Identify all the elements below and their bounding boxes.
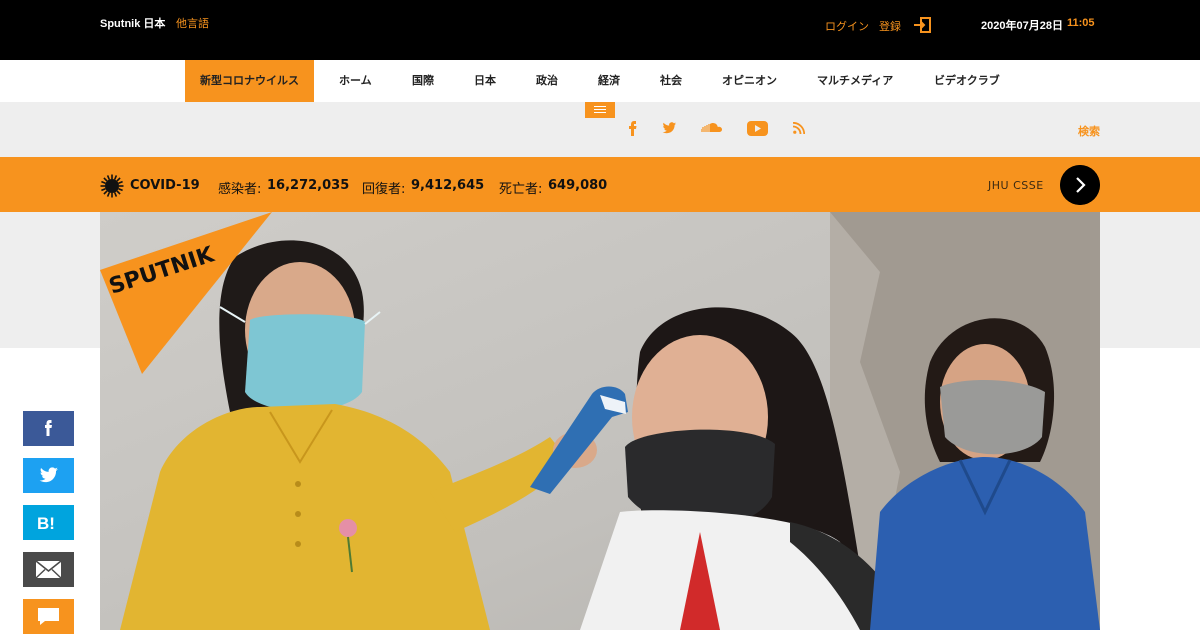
facebook-icon — [45, 420, 52, 436]
infected-value: 16,272,035 — [267, 178, 350, 193]
twitter-icon[interactable] — [662, 122, 676, 134]
comment-button[interactable] — [23, 599, 74, 634]
svg-text:B!: B! — [37, 514, 55, 533]
nav-item-politics[interactable]: 政治 — [536, 60, 558, 102]
nav-item-world[interactable]: 国際 — [412, 60, 434, 102]
other-languages-link[interactable]: 他言語 — [176, 15, 209, 31]
site-brand[interactable]: Sputnik 日本 — [100, 15, 165, 31]
covid-bar: COVID-19 感染者: 16,272,035 回復者: 9,412,645 … — [0, 157, 1200, 212]
speech-bubble-icon — [38, 608, 59, 625]
envelope-icon — [35, 560, 62, 579]
soundcloud-icon[interactable] — [701, 123, 723, 133]
twitter-icon — [39, 467, 58, 483]
nav-item-opinion[interactable]: オピニオン — [722, 60, 777, 102]
deaths-label: 死亡者: — [499, 182, 543, 197]
recovered-label: 回復者: — [362, 182, 406, 197]
covid-details-button[interactable] — [1060, 165, 1100, 205]
deaths-value: 649,080 — [548, 178, 608, 193]
register-link[interactable]: 登録 — [879, 18, 901, 34]
share-twitter-button[interactable] — [23, 458, 74, 493]
share-email-button[interactable] — [23, 552, 74, 587]
covid-title: COVID-19 — [130, 178, 200, 193]
nav-item-society[interactable]: 社会 — [660, 60, 682, 102]
data-source-label: JHU CSSE — [988, 179, 1044, 192]
search-link[interactable]: 検索 — [1078, 123, 1100, 139]
nav-item-coronavirus[interactable]: 新型コロナウイルス — [185, 60, 314, 102]
youtube-icon[interactable] — [747, 121, 768, 136]
share-hatena-button[interactable]: B! — [23, 505, 74, 540]
nav-item-multimedia[interactable]: マルチメディア — [817, 60, 893, 102]
nav-item-economy[interactable]: 経済 — [598, 60, 620, 102]
article-photo: SPUTNIK — [100, 212, 1100, 630]
share-facebook-button[interactable] — [23, 411, 74, 446]
recovered-value: 9,412,645 — [411, 178, 485, 193]
sub-bar: 検索 — [0, 102, 1200, 157]
main-nav: 新型コロナウイルス ホーム 国際 日本 政治 経済 社会 オピニオン マルチメデ… — [0, 60, 1200, 102]
login-link[interactable]: ログイン — [825, 18, 869, 34]
current-time: 11:05 — [1067, 17, 1095, 29]
current-date: 2020年07月28日 — [981, 20, 1063, 32]
rss-icon[interactable] — [793, 122, 805, 134]
nav-item-home[interactable]: ホーム — [339, 60, 372, 102]
infected-label: 感染者: — [218, 182, 262, 197]
login-icon[interactable] — [913, 17, 931, 33]
top-bar: Sputnik 日本 他言語 ログイン 登録 2020年07月28日 11:05 — [0, 0, 1200, 60]
virus-icon — [100, 174, 124, 198]
nav-item-japan[interactable]: 日本 — [474, 60, 496, 102]
facebook-icon[interactable] — [628, 120, 638, 138]
menu-toggle-button[interactable] — [585, 102, 615, 118]
hatena-icon: B! — [37, 514, 55, 533]
nav-item-videoclub[interactable]: ビデオクラブ — [934, 60, 1000, 102]
